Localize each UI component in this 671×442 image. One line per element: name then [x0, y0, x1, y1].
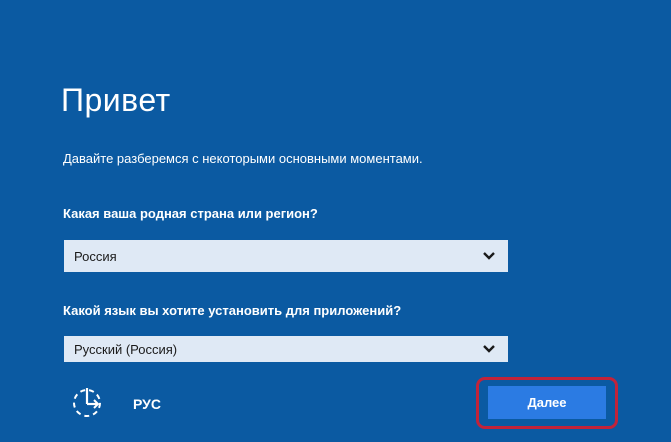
oobe-screen: Привет Давайте разберемся с некоторыми о…: [0, 0, 671, 442]
chevron-down-icon: [483, 252, 495, 260]
language-value: Русский (Россия): [74, 341, 178, 357]
language-select[interactable]: Русский (Россия): [64, 336, 508, 362]
ease-of-access-icon[interactable]: [70, 386, 104, 420]
page-title: Привет: [61, 82, 171, 118]
country-select[interactable]: Россия: [64, 240, 508, 272]
country-value: Россия: [74, 248, 117, 264]
input-language-indicator[interactable]: РУС: [133, 396, 161, 412]
next-button[interactable]: Далее: [488, 386, 606, 419]
country-label: Какая ваша родная страна или регион?: [63, 206, 318, 221]
chevron-down-icon: [483, 345, 495, 353]
language-label: Какой язык вы хотите установить для прил…: [63, 303, 402, 318]
page-subtitle: Давайте разберемся с некоторыми основным…: [63, 151, 423, 166]
